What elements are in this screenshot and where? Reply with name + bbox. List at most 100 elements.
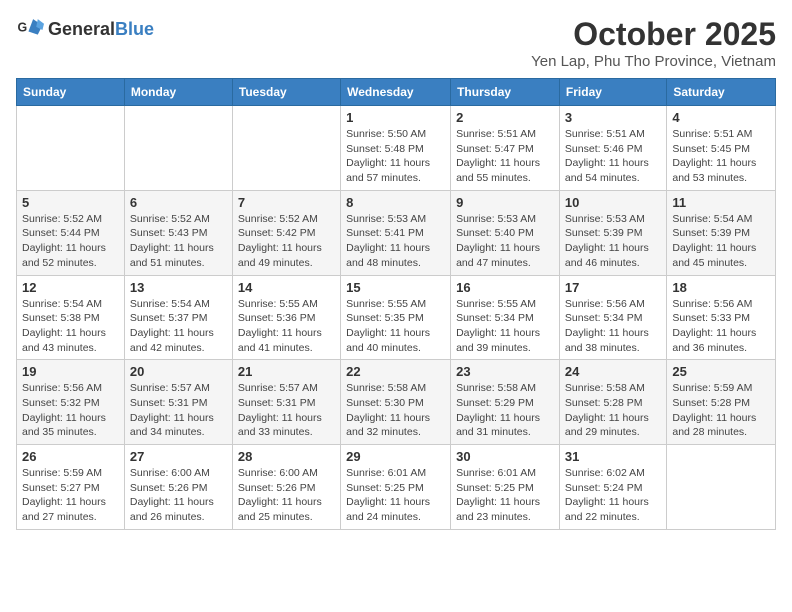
- calendar-cell: 8 Sunrise: 5:53 AM Sunset: 5:41 PM Daylig…: [341, 190, 451, 275]
- day-info: Sunrise: 5:59 AM Sunset: 5:27 PM Dayligh…: [22, 466, 119, 525]
- day-info: Sunrise: 5:57 AM Sunset: 5:31 PM Dayligh…: [238, 381, 335, 440]
- calendar-cell: 22 Sunrise: 5:58 AM Sunset: 5:30 PM Dayli…: [341, 360, 451, 445]
- calendar-cell: [667, 445, 776, 530]
- calendar-cell: 27Sunrise: 6:00 AM Sunset: 5:26 PM Dayli…: [124, 445, 232, 530]
- weekday-cell: Sunday: [17, 79, 125, 106]
- day-number: 3: [565, 110, 661, 125]
- day-info: Sunrise: 5:57 AM Sunset: 5:31 PM Dayligh…: [130, 381, 227, 440]
- calendar-cell: 10 Sunrise: 5:53 AM Sunset: 5:39 PM Dayli…: [559, 190, 666, 275]
- day-number: 29: [346, 449, 445, 464]
- calendar-cell: 7 Sunrise: 5:52 AM Sunset: 5:42 PM Daylig…: [232, 190, 340, 275]
- calendar-cell: 21 Sunrise: 5:57 AM Sunset: 5:31 PM Dayli…: [232, 360, 340, 445]
- day-info: Sunrise: 5:54 AM Sunset: 5:37 PM Dayligh…: [130, 297, 227, 356]
- calendar-cell: 16 Sunrise: 5:55 AM Sunset: 5:34 PM Dayli…: [451, 275, 560, 360]
- day-number: 24: [565, 364, 661, 379]
- calendar-cell: 15Sunrise: 5:55 AM Sunset: 5:35 PM Dayli…: [341, 275, 451, 360]
- calendar-table: SundayMondayTuesdayWednesdayThursdayFrid…: [16, 78, 776, 530]
- calendar-cell: 30 Sunrise: 6:01 AM Sunset: 5:25 PM Dayli…: [451, 445, 560, 530]
- day-info: Sunrise: 5:59 AM Sunset: 5:28 PM Dayligh…: [672, 381, 770, 440]
- day-info: Sunrise: 5:53 AM Sunset: 5:40 PM Dayligh…: [456, 212, 554, 271]
- day-number: 6: [130, 195, 227, 210]
- day-number: 1: [346, 110, 445, 125]
- day-info: Sunrise: 5:53 AM Sunset: 5:41 PM Dayligh…: [346, 212, 445, 271]
- calendar-cell: 5 Sunrise: 5:52 AM Sunset: 5:44 PM Daylig…: [17, 190, 125, 275]
- weekday-header: SundayMondayTuesdayWednesdayThursdayFrid…: [17, 79, 776, 106]
- weekday-cell: Tuesday: [232, 79, 340, 106]
- day-number: 22: [346, 364, 445, 379]
- logo-general: GeneralBlue: [48, 20, 154, 40]
- calendar-cell: 18Sunrise: 5:56 AM Sunset: 5:33 PM Dayli…: [667, 275, 776, 360]
- day-info: Sunrise: 6:02 AM Sunset: 5:24 PM Dayligh…: [565, 466, 661, 525]
- calendar-week-row: 26 Sunrise: 5:59 AM Sunset: 5:27 PM Dayli…: [17, 445, 776, 530]
- title-block: October 2025 Yen Lap, Phu Tho Province, …: [531, 16, 776, 70]
- day-number: 4: [672, 110, 770, 125]
- day-number: 13: [130, 280, 227, 295]
- day-number: 12: [22, 280, 119, 295]
- day-number: 16: [456, 280, 554, 295]
- svg-text:G: G: [18, 21, 28, 35]
- calendar-cell: 31 Sunrise: 6:02 AM Sunset: 5:24 PM Dayli…: [559, 445, 666, 530]
- day-number: 25: [672, 364, 770, 379]
- day-info: Sunrise: 5:52 AM Sunset: 5:44 PM Dayligh…: [22, 212, 119, 271]
- day-number: 21: [238, 364, 335, 379]
- day-info: Sunrise: 5:53 AM Sunset: 5:39 PM Dayligh…: [565, 212, 661, 271]
- calendar-week-row: 5 Sunrise: 5:52 AM Sunset: 5:44 PM Daylig…: [17, 190, 776, 275]
- day-info: Sunrise: 5:56 AM Sunset: 5:34 PM Dayligh…: [565, 297, 661, 356]
- day-number: 17: [565, 280, 661, 295]
- day-info: Sunrise: 5:50 AM Sunset: 5:48 PM Dayligh…: [346, 127, 445, 186]
- calendar-cell: 29 Sunrise: 6:01 AM Sunset: 5:25 PM Dayli…: [341, 445, 451, 530]
- day-number: 14: [238, 280, 335, 295]
- day-info: Sunrise: 5:52 AM Sunset: 5:42 PM Dayligh…: [238, 212, 335, 271]
- day-info: Sunrise: 5:54 AM Sunset: 5:38 PM Dayligh…: [22, 297, 119, 356]
- day-info: Sunrise: 6:01 AM Sunset: 5:25 PM Dayligh…: [456, 466, 554, 525]
- day-info: Sunrise: 5:58 AM Sunset: 5:29 PM Dayligh…: [456, 381, 554, 440]
- weekday-cell: Friday: [559, 79, 666, 106]
- day-number: 27: [130, 449, 227, 464]
- calendar-cell: 1 Sunrise: 5:50 AM Sunset: 5:48 PM Daylig…: [341, 106, 451, 191]
- day-number: 15: [346, 280, 445, 295]
- day-number: 7: [238, 195, 335, 210]
- day-number: 5: [22, 195, 119, 210]
- calendar-week-row: 19Sunrise: 5:56 AM Sunset: 5:32 PM Dayli…: [17, 360, 776, 445]
- day-info: Sunrise: 5:51 AM Sunset: 5:45 PM Dayligh…: [672, 127, 770, 186]
- day-info: Sunrise: 6:00 AM Sunset: 5:26 PM Dayligh…: [238, 466, 335, 525]
- day-info: Sunrise: 5:56 AM Sunset: 5:33 PM Dayligh…: [672, 297, 770, 356]
- calendar-cell: 13 Sunrise: 5:54 AM Sunset: 5:37 PM Dayli…: [124, 275, 232, 360]
- day-info: Sunrise: 5:51 AM Sunset: 5:46 PM Dayligh…: [565, 127, 661, 186]
- logo: G GeneralBlue: [16, 16, 154, 44]
- day-number: 30: [456, 449, 554, 464]
- calendar-cell: 20Sunrise: 5:57 AM Sunset: 5:31 PM Dayli…: [124, 360, 232, 445]
- day-number: 31: [565, 449, 661, 464]
- day-info: Sunrise: 5:52 AM Sunset: 5:43 PM Dayligh…: [130, 212, 227, 271]
- calendar-cell: 2Sunrise: 5:51 AM Sunset: 5:47 PM Daylig…: [451, 106, 560, 191]
- day-number: 26: [22, 449, 119, 464]
- day-info: Sunrise: 5:55 AM Sunset: 5:36 PM Dayligh…: [238, 297, 335, 356]
- calendar-cell: 24Sunrise: 5:58 AM Sunset: 5:28 PM Dayli…: [559, 360, 666, 445]
- weekday-cell: Saturday: [667, 79, 776, 106]
- calendar-cell: [17, 106, 125, 191]
- calendar-cell: 28 Sunrise: 6:00 AM Sunset: 5:26 PM Dayli…: [232, 445, 340, 530]
- day-number: 11: [672, 195, 770, 210]
- calendar-cell: [124, 106, 232, 191]
- weekday-cell: Monday: [124, 79, 232, 106]
- day-info: Sunrise: 5:55 AM Sunset: 5:34 PM Dayligh…: [456, 297, 554, 356]
- calendar-week-row: 1 Sunrise: 5:50 AM Sunset: 5:48 PM Daylig…: [17, 106, 776, 191]
- weekday-cell: Thursday: [451, 79, 560, 106]
- calendar-cell: 12 Sunrise: 5:54 AM Sunset: 5:38 PM Dayli…: [17, 275, 125, 360]
- weekday-cell: Wednesday: [341, 79, 451, 106]
- day-number: 10: [565, 195, 661, 210]
- calendar-cell: 4 Sunrise: 5:51 AM Sunset: 5:45 PM Daylig…: [667, 106, 776, 191]
- calendar-cell: 6 Sunrise: 5:52 AM Sunset: 5:43 PM Daylig…: [124, 190, 232, 275]
- day-info: Sunrise: 6:01 AM Sunset: 5:25 PM Dayligh…: [346, 466, 445, 525]
- calendar-cell: 9Sunrise: 5:53 AM Sunset: 5:40 PM Daylig…: [451, 190, 560, 275]
- day-number: 28: [238, 449, 335, 464]
- calendar-body: 1 Sunrise: 5:50 AM Sunset: 5:48 PM Daylig…: [17, 106, 776, 530]
- day-info: Sunrise: 5:58 AM Sunset: 5:30 PM Dayligh…: [346, 381, 445, 440]
- day-number: 8: [346, 195, 445, 210]
- calendar-week-row: 12 Sunrise: 5:54 AM Sunset: 5:38 PM Dayli…: [17, 275, 776, 360]
- day-info: Sunrise: 5:56 AM Sunset: 5:32 PM Dayligh…: [22, 381, 119, 440]
- day-info: Sunrise: 5:51 AM Sunset: 5:47 PM Dayligh…: [456, 127, 554, 186]
- calendar-cell: 26 Sunrise: 5:59 AM Sunset: 5:27 PM Dayli…: [17, 445, 125, 530]
- calendar-cell: 19Sunrise: 5:56 AM Sunset: 5:32 PM Dayli…: [17, 360, 125, 445]
- calendar-cell: [232, 106, 340, 191]
